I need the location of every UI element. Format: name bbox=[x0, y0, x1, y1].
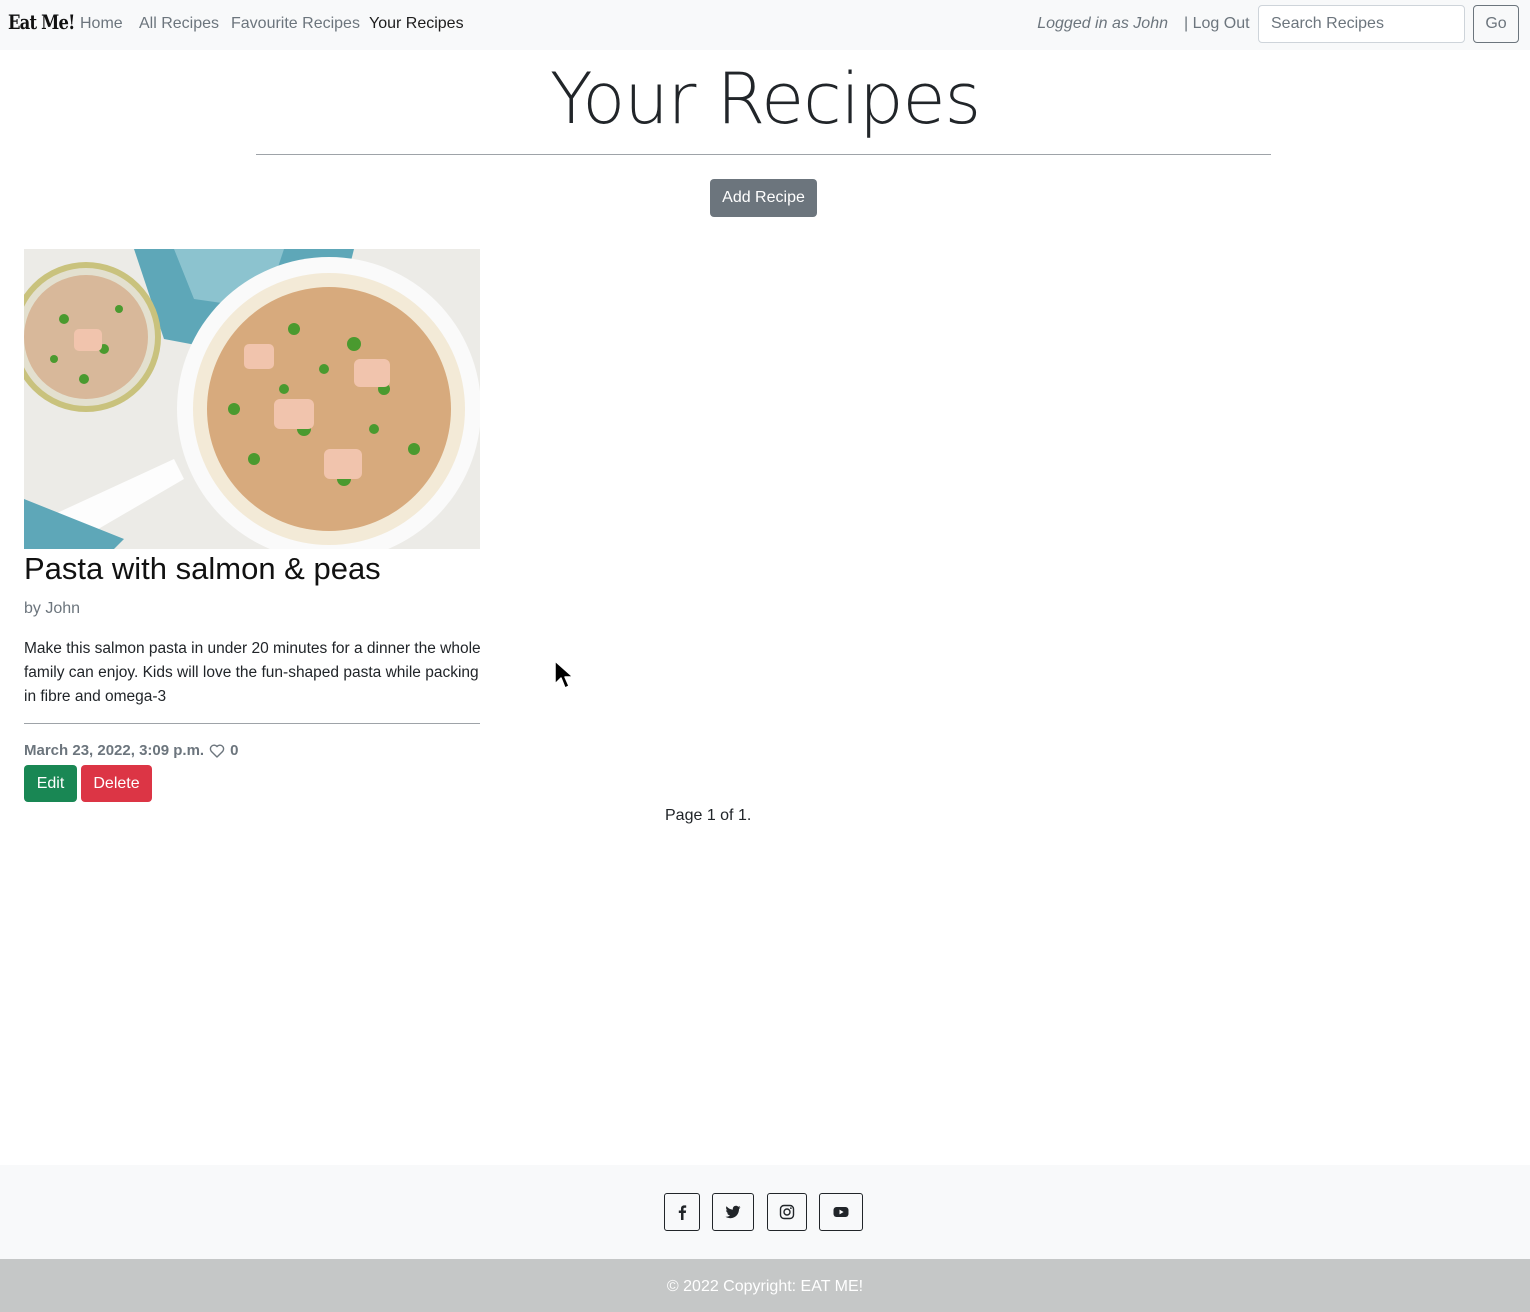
twitter-icon bbox=[725, 1205, 741, 1219]
nav-link-home[interactable]: Home bbox=[80, 15, 123, 33]
search-go-button[interactable]: Go bbox=[1473, 5, 1519, 43]
recipe-image[interactable] bbox=[24, 249, 480, 549]
heart-icon[interactable] bbox=[209, 743, 225, 759]
recipe-meta: March 23, 2022, 3:09 p.m. 0 bbox=[24, 742, 238, 759]
edit-button[interactable]: Edit bbox=[24, 765, 77, 802]
nav-link-all-recipes[interactable]: All Recipes bbox=[139, 15, 219, 33]
recipe-author: by John bbox=[24, 600, 81, 617]
card-divider bbox=[24, 723, 480, 724]
logged-in-text: Logged in as John bbox=[1037, 15, 1168, 32]
footer-copyright: © 2022 Copyright: EAT ME! bbox=[0, 1259, 1530, 1312]
nav-link-your-recipes[interactable]: Your Recipes bbox=[369, 15, 464, 33]
logout-link[interactable]: | Log Out bbox=[1184, 15, 1250, 33]
youtube-icon bbox=[833, 1207, 849, 1217]
recipe-title[interactable]: Pasta with salmon & peas bbox=[24, 551, 381, 587]
delete-button[interactable]: Delete bbox=[81, 765, 152, 802]
instagram-button[interactable] bbox=[767, 1193, 807, 1231]
recipe-description: Make this salmon pasta in under 20 minut… bbox=[24, 640, 481, 705]
add-recipe-button[interactable]: Add Recipe bbox=[710, 179, 817, 217]
facebook-icon bbox=[678, 1205, 687, 1220]
search-input[interactable] bbox=[1258, 5, 1465, 43]
twitter-button[interactable] bbox=[712, 1193, 754, 1231]
recipe-photo-illustration bbox=[24, 249, 480, 549]
recipe-date: March 23, 2022, 3:09 p.m. bbox=[24, 742, 205, 759]
title-divider bbox=[256, 154, 1271, 155]
pagination-text: Page 1 of 1. bbox=[665, 807, 752, 824]
page-title: Your Recipes bbox=[549, 58, 981, 140]
youtube-button[interactable] bbox=[819, 1193, 863, 1231]
nav-link-favourite-recipes[interactable]: Favourite Recipes bbox=[231, 15, 360, 33]
navbar: Eat Me! Home All Recipes Favourite Recip… bbox=[0, 0, 1530, 50]
mouse-cursor-icon bbox=[554, 660, 574, 689]
instagram-icon bbox=[779, 1204, 795, 1220]
brand-logo[interactable]: Eat Me! bbox=[8, 10, 75, 34]
facebook-button[interactable] bbox=[664, 1193, 700, 1231]
likes-count: 0 bbox=[230, 742, 239, 759]
footer-social bbox=[0, 1165, 1530, 1259]
